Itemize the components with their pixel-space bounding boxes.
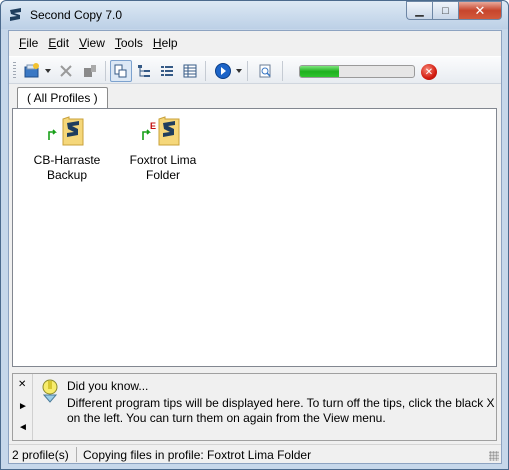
tip-body: Different program tips will be displayed… (67, 396, 495, 425)
resize-grip[interactable] (489, 451, 499, 461)
menu-help[interactable]: Help (153, 36, 178, 50)
client-area: File Edit View Tools Help ✕ (All Profil… (8, 30, 502, 464)
status-message: Copying files in profile: Foxtrot Lima F… (83, 448, 312, 462)
tips-pane: ✕ ► ◄ Did you know... Different program … (12, 373, 497, 441)
profile-name-line1: Foxtrot Lima (129, 153, 197, 167)
profile-icon: E (123, 115, 203, 153)
properties-icon (84, 65, 96, 77)
new-profile-dropdown-icon[interactable] (45, 69, 51, 73)
close-tips-icon[interactable]: ✕ (18, 379, 26, 390)
list-view-icon (161, 66, 173, 76)
status-divider (76, 447, 77, 462)
details-view-button[interactable] (179, 60, 201, 82)
progress-fill (300, 66, 339, 77)
profile-name-line2: Folder (145, 168, 180, 182)
menu-file[interactable]: File (19, 36, 38, 50)
window-title: Second Copy 7.0 (30, 8, 123, 22)
tab-all-profiles[interactable]: ( All Profiles ) (17, 87, 108, 108)
list-view-button[interactable] (156, 60, 178, 82)
status-bar: 2 profile(s) Copying files in profile: F… (9, 444, 501, 463)
tree-view-icon (138, 65, 150, 77)
profile-name-line2: Backup (46, 168, 88, 182)
title-bar[interactable]: Second Copy 7.0 ▁ □ ✕ (1, 1, 508, 29)
profile-icon (27, 115, 107, 153)
tips-nav: ✕ ► ◄ (13, 374, 33, 440)
lightbulb-icon (42, 379, 58, 403)
run-icon (215, 63, 231, 79)
stop-icon[interactable]: ✕ (421, 64, 437, 80)
folder-icon (62, 116, 84, 146)
minimize-button[interactable]: ▁ (406, 1, 432, 20)
large-icons-view-button[interactable] (110, 60, 132, 82)
large-icons-view-icon (114, 64, 127, 78)
toolbar-separator (105, 61, 106, 81)
toolbar-grip[interactable] (13, 62, 16, 80)
profile-name-line1: CB-Harraste (33, 153, 101, 167)
tip-title: Did you know... (67, 379, 149, 393)
profile-item[interactable]: CB-Harraste Backup (27, 115, 107, 183)
toolbar-separator (247, 61, 248, 81)
next-tip-icon[interactable]: ► (18, 401, 28, 412)
menu-edit[interactable]: Edit (48, 36, 69, 50)
tab-label: ( All Profiles ) (27, 91, 98, 105)
new-profile-button[interactable] (21, 60, 43, 82)
close-icon: ✕ (474, 2, 486, 18)
delete-button[interactable] (55, 60, 77, 82)
toolbar-separator (282, 61, 283, 81)
menu-view[interactable]: View (79, 36, 105, 50)
sync-arrow-icon (48, 129, 57, 140)
details-view-icon (183, 64, 197, 78)
log-button[interactable] (254, 60, 276, 82)
profiles-pane[interactable]: CB-Harraste Backup E Foxtrot Lima Folder (12, 108, 497, 367)
folder-icon (158, 116, 180, 146)
log-icon (259, 64, 271, 78)
toolbar-separator (205, 61, 206, 81)
maximize-icon: □ (442, 4, 449, 17)
profile-item[interactable]: E Foxtrot Lima Folder (123, 115, 203, 183)
caption-buttons: ▁ □ ✕ (406, 1, 502, 21)
menu-bar: File Edit View Tools Help (9, 31, 501, 55)
properties-button[interactable] (79, 60, 101, 82)
new-profile-icon (24, 63, 39, 78)
delete-icon (60, 65, 72, 77)
run-button[interactable] (212, 60, 234, 82)
previous-tip-icon[interactable]: ◄ (18, 422, 28, 433)
tree-view-button[interactable] (133, 60, 155, 82)
exclusion-badge: E (150, 121, 157, 131)
profile-count: 2 profile(s) (12, 448, 69, 462)
toolbar: ✕ (9, 56, 501, 84)
minimize-icon: ▁ (415, 5, 424, 17)
maximize-button[interactable]: □ (432, 1, 458, 20)
run-dropdown-icon[interactable] (236, 69, 242, 73)
menu-tools[interactable]: Tools (115, 36, 143, 50)
copy-progress-bar (299, 65, 415, 78)
second-copy-app-icon (10, 8, 21, 21)
app-window: Second Copy 7.0 ▁ □ ✕ File Edit View Too… (0, 0, 509, 470)
close-button[interactable]: ✕ (458, 1, 502, 20)
